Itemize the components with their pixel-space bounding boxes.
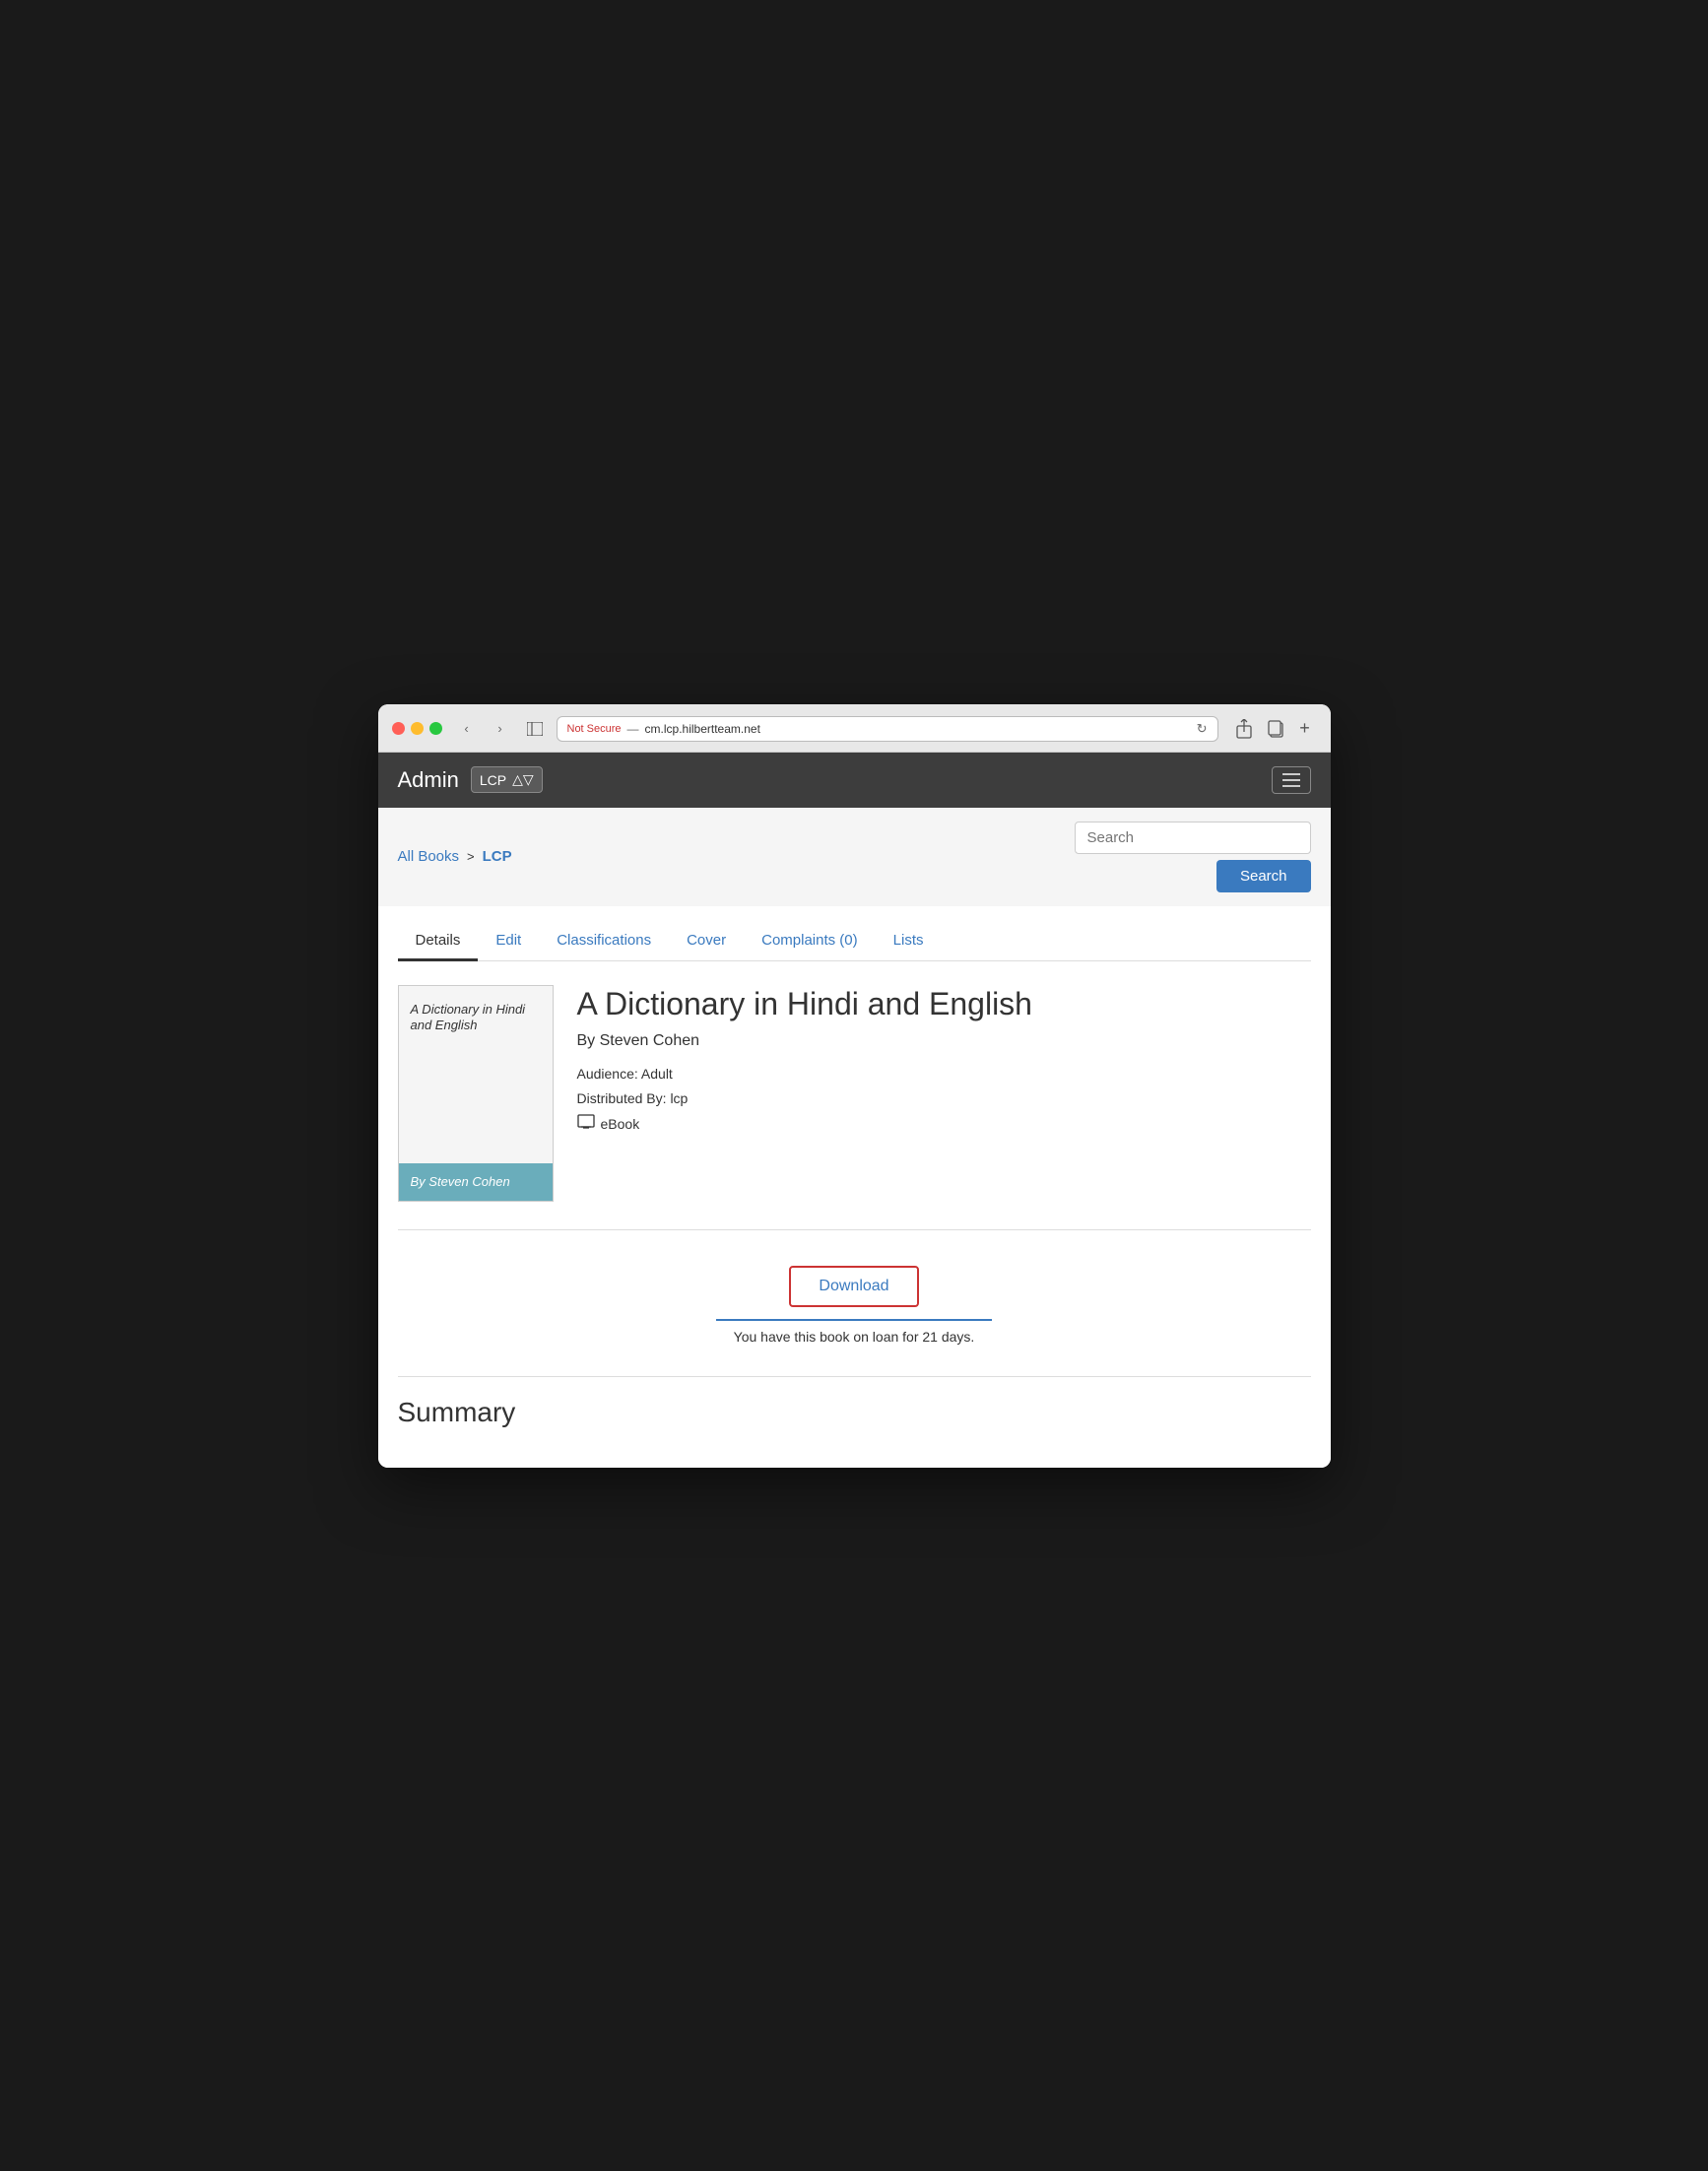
app-header: Admin LCP △▽: [378, 753, 1331, 808]
tab-classifications[interactable]: Classifications: [539, 922, 669, 961]
distributed-label: Distributed By:: [577, 1090, 667, 1106]
tab-complaints[interactable]: Complaints (0): [744, 922, 876, 961]
forward-button[interactable]: ›: [488, 718, 513, 740]
summary-title: Summary: [398, 1397, 1311, 1428]
search-form: Search: [1075, 822, 1311, 892]
book-title: A Dictionary in Hindi and English: [577, 985, 1311, 1022]
share-button[interactable]: [1230, 718, 1258, 740]
reload-icon[interactable]: ↻: [1197, 721, 1208, 737]
browser-toolbar: ‹ › Not Secure — cm.lcp.hilbertteam.net …: [392, 716, 1317, 742]
admin-title: Admin: [398, 767, 459, 793]
hamburger-button[interactable]: [1272, 766, 1311, 794]
distributed-value: lcp: [670, 1090, 688, 1106]
book-audience: Audience: Adult: [577, 1062, 1311, 1086]
book-info: A Dictionary in Hindi and English By Ste…: [577, 985, 1311, 1202]
divider-2: [398, 1376, 1311, 1377]
ebook-icon: [577, 1111, 595, 1138]
summary-section: Summary: [398, 1397, 1311, 1428]
duplicate-button[interactable]: [1262, 718, 1289, 740]
search-input[interactable]: [1075, 822, 1311, 854]
minimize-traffic-light[interactable]: [411, 722, 424, 735]
breadcrumb-all-books[interactable]: All Books: [398, 848, 460, 865]
sidebar-toggle-button[interactable]: [521, 718, 549, 740]
tab-details[interactable]: Details: [398, 922, 479, 961]
loan-text: You have this book on loan for 21 days.: [734, 1329, 975, 1345]
hamburger-line-2: [1282, 779, 1300, 781]
format-value: eBook: [601, 1112, 640, 1137]
browser-chrome: ‹ › Not Secure — cm.lcp.hilbertteam.net …: [378, 704, 1331, 753]
close-traffic-light[interactable]: [392, 722, 405, 735]
divider-1: [398, 1229, 1311, 1230]
hamburger-line-3: [1282, 785, 1300, 787]
breadcrumb-current: LCP: [483, 848, 512, 865]
cover-text-area: A Dictionary in Hindi and English: [399, 986, 553, 1163]
book-cover: A Dictionary in Hindi and English By Ste…: [398, 985, 554, 1202]
cover-author: By Steven Cohen: [411, 1174, 510, 1189]
back-button[interactable]: ‹: [454, 718, 480, 740]
main-content: Details Edit Classifications Cover Compl…: [378, 906, 1331, 1468]
breadcrumb-separator: >: [467, 849, 475, 864]
traffic-lights: [392, 722, 442, 735]
search-button[interactable]: Search: [1216, 860, 1311, 892]
breadcrumb: All Books > LCP: [398, 848, 512, 865]
address-url: cm.lcp.hilbertteam.net: [645, 722, 760, 736]
not-secure-label: Not Secure: [567, 723, 622, 735]
download-section: Download You have this book on loan for …: [398, 1246, 1311, 1360]
library-selector-label: LCP: [480, 772, 506, 788]
book-author: By Steven Cohen: [577, 1032, 1311, 1050]
maximize-traffic-light[interactable]: [429, 722, 442, 735]
book-format: eBook: [577, 1111, 1311, 1138]
book-distributed: Distributed By: lcp: [577, 1086, 1311, 1111]
browser-actions: +: [1230, 718, 1317, 740]
new-tab-button[interactable]: +: [1293, 718, 1317, 740]
tab-lists[interactable]: Lists: [876, 922, 942, 961]
browser-window: ‹ › Not Secure — cm.lcp.hilbertteam.net …: [378, 704, 1331, 1468]
tab-cover[interactable]: Cover: [669, 922, 744, 961]
address-bar[interactable]: Not Secure — cm.lcp.hilbertteam.net ↻: [557, 716, 1218, 742]
tabs: Details Edit Classifications Cover Compl…: [398, 906, 1311, 961]
library-selector-arrow: △▽: [512, 771, 534, 788]
cover-title: A Dictionary in Hindi and English: [411, 1002, 541, 1035]
address-separator: —: [627, 722, 639, 736]
cover-author-area: By Steven Cohen: [399, 1163, 553, 1201]
search-area: All Books > LCP Search: [378, 808, 1331, 906]
hamburger-line-1: [1282, 773, 1300, 775]
library-selector[interactable]: LCP △▽: [471, 766, 543, 793]
book-detail: A Dictionary in Hindi and English By Ste…: [398, 985, 1311, 1202]
book-meta: Audience: Adult Distributed By: lcp: [577, 1062, 1311, 1138]
audience-label: Audience:: [577, 1066, 638, 1082]
audience-value: Adult: [641, 1066, 673, 1082]
app-header-left: Admin LCP △▽: [398, 766, 543, 793]
tab-edit[interactable]: Edit: [478, 922, 539, 961]
download-button[interactable]: Download: [789, 1266, 918, 1307]
